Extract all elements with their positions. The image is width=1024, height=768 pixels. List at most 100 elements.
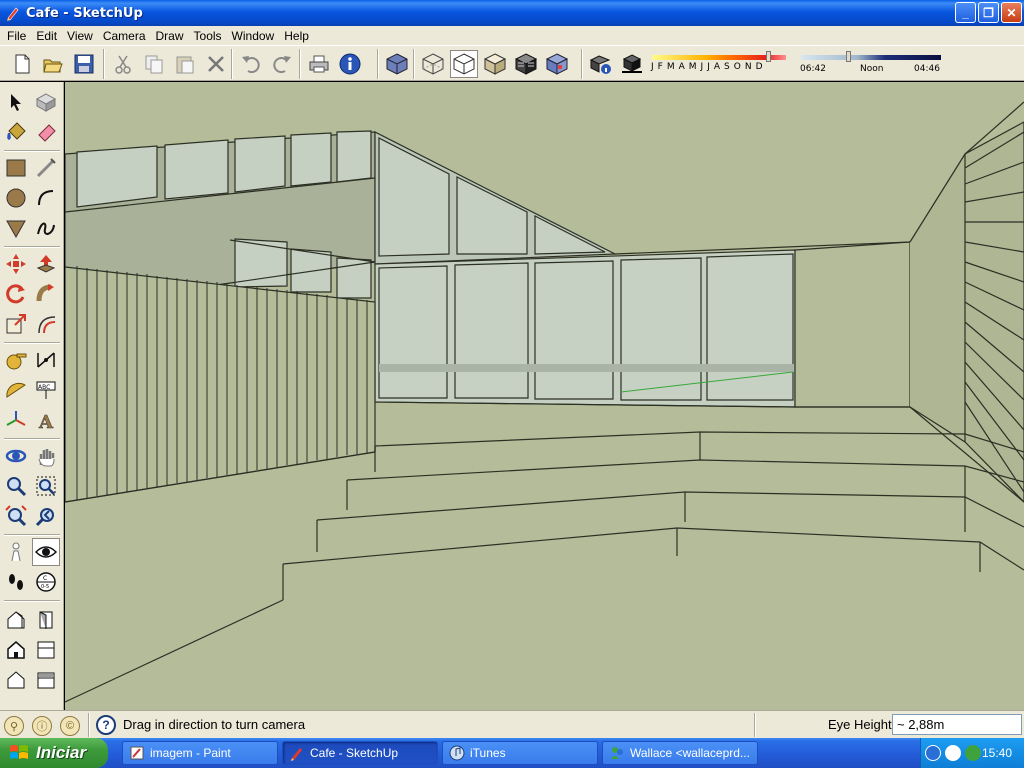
help-icon[interactable]: ?	[96, 715, 116, 735]
task-sketchup[interactable]: Cafe - SketchUp	[282, 741, 438, 765]
orbit-icon[interactable]	[2, 442, 30, 470]
menu-draw[interactable]: Draw	[151, 29, 189, 43]
polygon-icon[interactable]	[2, 214, 30, 242]
protractor-icon[interactable]	[2, 376, 30, 404]
measurements-input[interactable]	[892, 714, 1022, 735]
select-icon[interactable]	[2, 88, 30, 116]
move-icon[interactable]	[2, 250, 30, 278]
redo-icon[interactable]	[268, 50, 296, 78]
back-view-icon[interactable]	[2, 666, 30, 694]
start-button[interactable]: Iniciar	[0, 738, 108, 768]
tape-measure-icon[interactable]	[2, 346, 30, 374]
shadow-settings-icon[interactable]	[587, 50, 615, 78]
menu-camera[interactable]: Camera	[98, 29, 151, 43]
clock: 15:40	[981, 746, 1012, 760]
model-viewport[interactable]	[65, 82, 1024, 710]
month-slider-thumb[interactable]	[766, 51, 771, 62]
paint-bucket-icon[interactable]	[2, 118, 30, 146]
zoom-extents-icon[interactable]	[2, 502, 30, 530]
text-icon[interactable]: ABC	[32, 376, 60, 404]
month-label: D	[755, 62, 763, 72]
tray-messenger-icon[interactable]	[965, 745, 981, 761]
credits-icon[interactable]: ⓘ	[32, 716, 52, 736]
menu-window[interactable]: Window	[227, 29, 280, 43]
menu-help[interactable]: Help	[279, 29, 314, 43]
iso-view-icon[interactable]	[383, 50, 411, 78]
menu-edit[interactable]: Edit	[31, 29, 62, 43]
3d-text-icon[interactable]: A	[32, 406, 60, 434]
follow-me-icon[interactable]	[32, 280, 60, 308]
task-paint[interactable]: imagem - Paint	[122, 741, 278, 765]
rectangle-icon[interactable]	[2, 154, 30, 182]
status-bar: ⚲ ⓘ © ? Drag in direction to turn camera…	[0, 710, 1024, 738]
menu-view[interactable]: View	[62, 29, 98, 43]
save-icon[interactable]	[70, 50, 98, 78]
undo-icon[interactable]	[237, 50, 265, 78]
windows-logo-icon	[10, 745, 28, 759]
left-view-icon[interactable]	[32, 666, 60, 694]
svg-text:A: A	[38, 412, 54, 431]
task-itunes[interactable]: iTunes	[442, 741, 598, 765]
shaded-icon[interactable]	[512, 50, 540, 78]
sketchup-app-icon	[7, 7, 19, 21]
display-shadows-icon[interactable]	[618, 50, 646, 78]
menu-bar: File Edit View Camera Draw Tools Window …	[0, 26, 1024, 45]
top-view-icon[interactable]	[32, 636, 60, 664]
walk-icon[interactable]	[2, 568, 30, 596]
rotate-icon[interactable]	[2, 280, 30, 308]
tray-arrow-icon[interactable]	[925, 745, 941, 761]
time-slider-thumb[interactable]	[846, 51, 851, 62]
previous-view-icon[interactable]	[32, 502, 60, 530]
dimension-icon[interactable]	[32, 346, 60, 374]
position-camera-icon[interactable]	[2, 538, 30, 566]
open-icon[interactable]	[39, 50, 67, 78]
model-info-icon[interactable]	[336, 50, 364, 78]
eraser-icon[interactable]	[32, 118, 60, 146]
section-plane-icon[interactable]: C 0-5	[32, 568, 60, 596]
line-icon[interactable]	[32, 154, 60, 182]
erase-icon[interactable]	[202, 50, 230, 78]
offset-icon[interactable]	[32, 310, 60, 338]
task-messenger[interactable]: Wallace <wallaceprd...	[602, 741, 758, 765]
right-view-icon[interactable]	[32, 606, 60, 634]
svg-text:ABC: ABC	[38, 384, 50, 391]
push-pull-icon[interactable]	[32, 250, 60, 278]
time-slider-track[interactable]	[801, 55, 941, 60]
menu-file[interactable]: File	[2, 29, 31, 43]
svg-text:0-5: 0-5	[41, 584, 49, 590]
arc-icon[interactable]	[32, 184, 60, 212]
title-bar[interactable]: Cafe - SketchUp _ ❐ ✕	[0, 0, 1024, 26]
textured-icon[interactable]	[543, 50, 571, 78]
circle-icon[interactable]	[2, 184, 30, 212]
axes-icon[interactable]	[2, 406, 30, 434]
print-icon[interactable]	[305, 50, 333, 78]
make-component-icon[interactable]	[32, 88, 60, 116]
task-label: iTunes	[470, 746, 506, 760]
zoom-icon[interactable]	[2, 472, 30, 500]
iso-view-house-icon[interactable]	[2, 606, 30, 634]
scale-icon[interactable]	[2, 310, 30, 338]
month-label: J	[707, 62, 710, 72]
cafe-model-wireframe	[65, 82, 1024, 710]
wireframe-icon[interactable]	[450, 50, 478, 78]
close-button[interactable]: ✕	[1001, 2, 1022, 23]
hidden-line-icon[interactable]	[481, 50, 509, 78]
month-label: A	[678, 62, 685, 72]
copy-icon[interactable]	[140, 50, 168, 78]
minimize-button[interactable]: _	[955, 2, 976, 23]
restore-button[interactable]: ❐	[978, 2, 999, 23]
front-view-icon[interactable]	[2, 636, 30, 664]
menu-tools[interactable]: Tools	[189, 29, 227, 43]
zoom-window-icon[interactable]	[32, 472, 60, 500]
paste-icon[interactable]	[171, 50, 199, 78]
freehand-icon[interactable]	[32, 214, 60, 242]
tray-network-icon[interactable]	[945, 745, 961, 761]
geo-location-icon[interactable]: ⚲	[4, 716, 24, 736]
cut-icon[interactable]	[109, 50, 137, 78]
instructor-icon[interactable]: ©	[60, 716, 80, 736]
window-title: Cafe - SketchUp	[26, 5, 143, 21]
pan-icon[interactable]	[32, 442, 60, 470]
new-icon[interactable]	[8, 50, 36, 78]
xray-icon[interactable]	[419, 50, 447, 78]
look-around-icon[interactable]	[32, 538, 60, 566]
